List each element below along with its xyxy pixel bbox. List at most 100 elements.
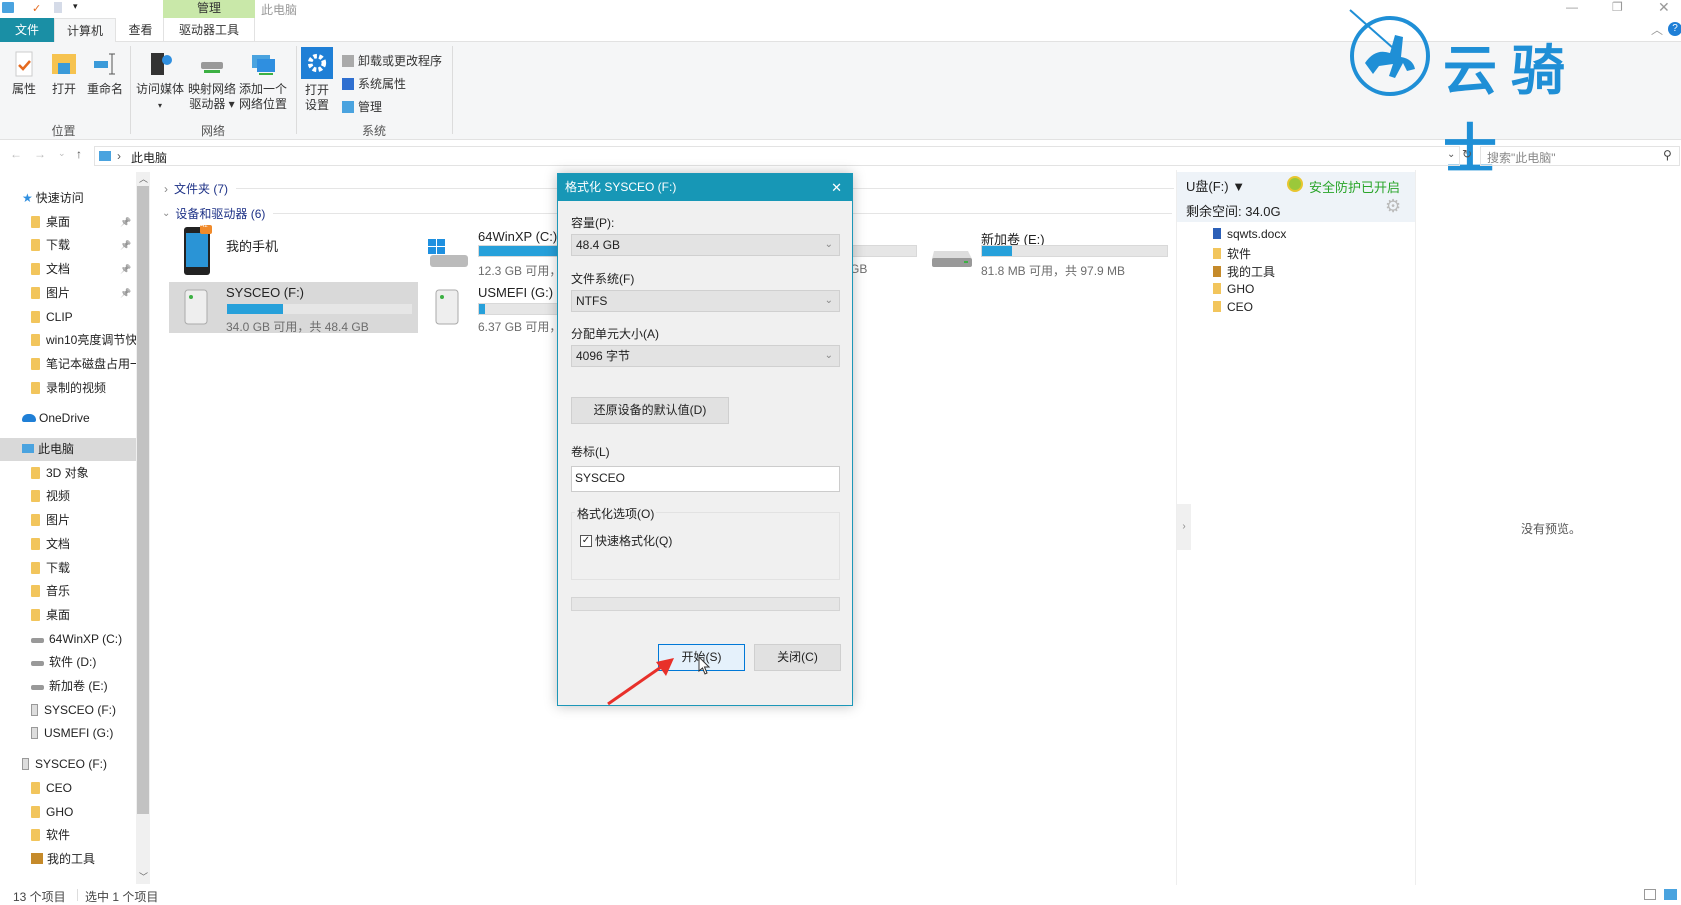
details-list-item[interactable]: 我的工具 <box>1213 263 1275 280</box>
up-icon[interactable]: ↑ <box>76 147 82 161</box>
pin-icon[interactable]: 📌 <box>120 282 131 305</box>
collapse-ribbon-icon[interactable]: ︿ <box>1651 21 1663 38</box>
nav-item[interactable]: 桌面 <box>0 604 136 627</box>
device-my-phone[interactable]: 42 我的手机 <box>168 222 408 278</box>
tab-file[interactable]: 文件 <box>0 18 54 42</box>
nav-item[interactable]: 软件 (D:) <box>0 651 136 674</box>
breadcrumb-this-pc[interactable]: 此电脑 <box>131 149 167 166</box>
drive-f[interactable]: SYSCEO (F:) 34.0 GB 可用，共 48.4 GB <box>169 282 418 334</box>
tab-computer[interactable]: 计算机 <box>54 18 116 43</box>
manage-button[interactable]: 管理 <box>342 98 382 115</box>
nav-item[interactable]: 桌面 📌 <box>0 211 136 234</box>
nav-item[interactable]: 视频 <box>0 485 136 508</box>
nav-item[interactable]: 此电脑 <box>0 438 136 461</box>
dialog-close-icon[interactable]: ✕ <box>831 174 842 201</box>
nav-item-label: 新加卷 (E:) <box>49 679 108 693</box>
back-icon[interactable]: ← <box>10 147 22 161</box>
scroll-up-icon[interactable]: ︿ <box>139 172 148 185</box>
nav-item[interactable]: GHO <box>0 801 136 824</box>
open-settings-label: 打开 <box>304 83 329 97</box>
details-view-icon[interactable] <box>1644 889 1656 900</box>
recent-locations-icon[interactable]: ⌄ <box>58 148 66 159</box>
scrollbar-thumb[interactable] <box>137 186 149 814</box>
help-icon[interactable]: ? <box>1668 22 1681 36</box>
nav-item[interactable]: 录制的视频 <box>0 377 136 400</box>
folder-icon <box>31 514 40 527</box>
new-folder-qat-icon[interactable] <box>54 2 62 13</box>
close-icon[interactable]: ✕ <box>1658 0 1670 16</box>
access-media-button[interactable]: 访问媒体 ▾ <box>134 50 186 113</box>
details-item-label: sqwts.docx <box>1227 227 1287 241</box>
drive-selector[interactable]: U盘(F:) ▼ <box>1186 176 1245 195</box>
nav-item[interactable]: 下载 <box>0 557 136 580</box>
nav-item[interactable]: 图片 <box>0 509 136 532</box>
nav-item[interactable]: 新加卷 (E:) <box>0 675 136 698</box>
pin-icon[interactable]: 📌 <box>120 211 131 234</box>
nav-item[interactable]: 文档 <box>0 533 136 556</box>
pin-icon[interactable]: 📌 <box>120 258 131 281</box>
preview-collapse-handle[interactable]: › <box>1177 504 1191 550</box>
refresh-icon[interactable]: ↻ <box>1462 147 1472 161</box>
nav-item[interactable]: 音乐 <box>0 580 136 603</box>
scroll-down-icon[interactable]: ﹀ <box>139 870 148 883</box>
pin-icon[interactable]: 📌 <box>120 234 131 257</box>
nav-item[interactable]: USMEFI (G:) <box>0 722 136 745</box>
address-input[interactable]: › 此电脑 ⌄ <box>94 146 1460 166</box>
open-settings-button[interactable]: 打开 设置 <box>300 47 334 113</box>
capacity-select[interactable]: 48.4 GB ⌄ <box>571 234 840 256</box>
nav-item-label: 桌面 <box>46 214 71 229</box>
nav-item[interactable]: 3D 对象 <box>0 462 136 485</box>
add-network-location-button[interactable]: 添加一个 网络位置 <box>238 50 288 112</box>
close-button[interactable]: 关闭(C) <box>754 644 841 671</box>
properties-button[interactable]: 属性 <box>8 50 40 97</box>
restore-defaults-button[interactable]: 还原设备的默认值(D) <box>571 397 729 424</box>
nav-item-label: 图片 <box>46 285 71 300</box>
details-list-item[interactable]: sqwts.docx <box>1213 227 1286 241</box>
nav-item[interactable]: CEO <box>0 777 136 800</box>
nav-item[interactable]: win10亮度调节快 <box>0 329 136 352</box>
security-status[interactable]: 安全防护已开启 <box>1309 177 1400 196</box>
drive-e[interactable]: 新加卷 (E:) 81.8 MB 可用，共 97.9 MB <box>928 225 1178 278</box>
drive-e-space: 81.8 MB 可用，共 97.9 MB <box>981 264 1126 278</box>
settings-gear-icon <box>301 47 333 79</box>
drive-c-space: 12.3 GB 可用， <box>478 264 562 278</box>
settings-gear-icon[interactable]: ⚙ <box>1385 196 1401 217</box>
properties-qat-icon[interactable]: ✓ <box>32 2 41 15</box>
nav-item[interactable]: 我的工具 <box>0 848 136 871</box>
tab-drive-tools[interactable]: 驱动器工具 <box>163 18 255 42</box>
details-list-item[interactable]: CEO <box>1213 300 1253 314</box>
large-icons-view-icon[interactable] <box>1664 889 1677 900</box>
search-input[interactable]: 搜索"此电脑" ⚲ <box>1480 146 1680 166</box>
nav-item[interactable]: OneDrive <box>0 407 136 430</box>
details-list-item[interactable]: 软件 <box>1213 245 1251 262</box>
address-dropdown-icon[interactable]: ⌄ <box>1447 149 1455 160</box>
nav-item[interactable]: SYSCEO (F:) <box>0 753 136 776</box>
chevron-down-icon: ⌄ <box>162 208 171 219</box>
map-drive-label-2: 驱动器 <box>189 97 226 111</box>
nav-item[interactable]: 图片 📌 <box>0 282 136 305</box>
map-network-drive-button[interactable]: 映射网络 驱动器 ▾ <box>187 50 237 112</box>
uninstall-program-button[interactable]: 卸载或更改程序 <box>342 52 442 69</box>
open-button[interactable]: 打开 <box>48 50 80 97</box>
details-list-item[interactable]: GHO <box>1213 282 1254 296</box>
system-properties-button[interactable]: 系统属性 <box>342 75 406 92</box>
nav-scrollbar[interactable]: ︿ ﹀ <box>136 172 150 884</box>
nav-item[interactable]: SYSCEO (F:) <box>0 699 136 722</box>
quick-format-checkbox[interactable]: ✓ 快速格式化(Q) <box>580 532 672 549</box>
nav-item[interactable]: 下载 📌 <box>0 234 136 257</box>
drive-e-usage-fill <box>982 246 1012 256</box>
nav-item[interactable]: CLIP <box>0 306 136 329</box>
allocation-size-select[interactable]: 4096 字节 ⌄ <box>571 345 840 367</box>
rename-button[interactable]: 重命名 <box>85 50 125 97</box>
nav-item[interactable]: 笔记本磁盘占用一 <box>0 353 136 376</box>
forward-icon[interactable]: → <box>34 147 46 161</box>
folder-icon <box>1213 282 1221 294</box>
volume-label-input[interactable]: SYSCEO <box>571 466 840 492</box>
tab-view[interactable]: 查看 <box>118 18 163 42</box>
filesystem-select[interactable]: NTFS ⌄ <box>571 290 840 312</box>
nav-item[interactable]: 软件 <box>0 824 136 847</box>
nav-item[interactable]: ★ 快速访问 <box>0 187 136 210</box>
qat-dropdown-icon[interactable]: ▾ <box>73 1 78 12</box>
nav-item[interactable]: 64WinXP (C:) <box>0 628 136 651</box>
nav-item[interactable]: 文档 📌 <box>0 258 136 281</box>
